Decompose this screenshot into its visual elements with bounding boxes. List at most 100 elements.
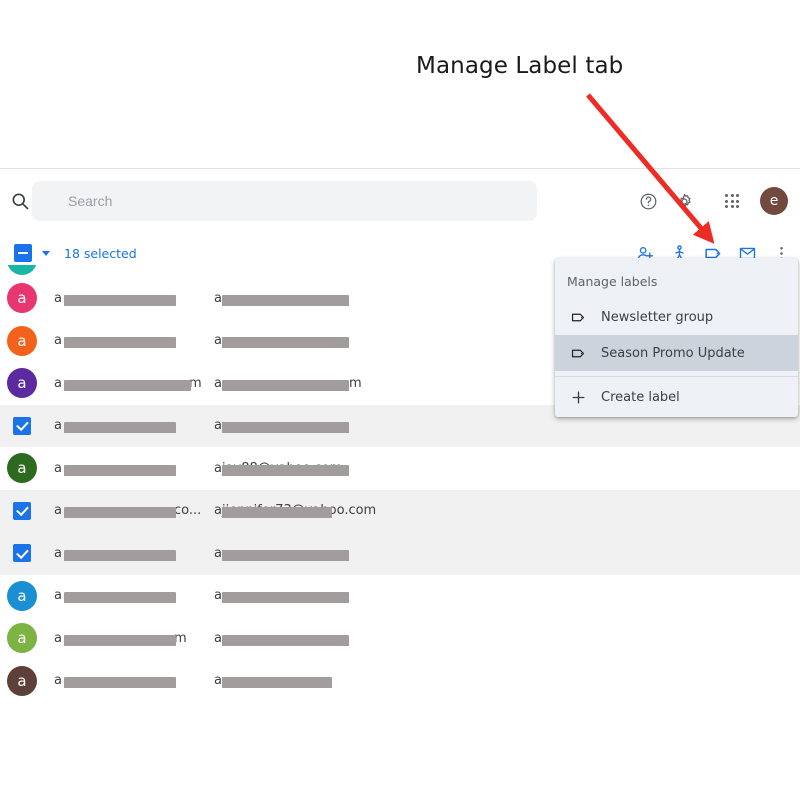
avatar[interactable]: a	[7, 580, 37, 611]
table-cell: am	[214, 376, 404, 391]
search-input[interactable]	[66, 192, 500, 210]
table-row[interactable]: aaa	[0, 574, 800, 617]
redaction-bar	[64, 422, 176, 434]
manage-labels-menu: Manage labels Newsletter group Season Pro…	[555, 258, 798, 417]
redaction-bar	[64, 549, 176, 561]
indeterminate-dash	[18, 252, 28, 254]
table-row[interactable]: aaa	[0, 659, 800, 701]
table-row[interactable]: a co... ajjennifer73@yahoo.com	[0, 489, 800, 532]
avatar[interactable]: a	[7, 368, 37, 399]
label-icon	[555, 345, 601, 362]
search-box[interactable]	[32, 181, 537, 221]
redaction-bar	[222, 464, 349, 476]
redaction-bar	[222, 337, 349, 349]
cell-text: a	[214, 375, 222, 391]
table-row[interactable]: aa	[0, 532, 800, 575]
table-cell: a	[214, 673, 404, 689]
menu-title: Manage labels	[567, 274, 658, 289]
redaction-bar	[222, 294, 349, 306]
menu-items: Newsletter group Season Promo Update	[555, 299, 798, 371]
apps-grid-dots	[725, 194, 739, 208]
redaction-bar	[222, 549, 349, 561]
avatar[interactable]: a	[7, 325, 37, 356]
row-checkbox[interactable]	[13, 501, 31, 520]
table-cell: a	[214, 418, 404, 434]
table-cell: a	[54, 418, 202, 434]
redaction-bar	[64, 337, 176, 349]
redaction-bar	[222, 422, 349, 434]
table-cell: a	[214, 291, 404, 306]
row-lead: a	[0, 453, 44, 484]
avatar[interactable]: a	[7, 265, 37, 275]
redaction-bar	[222, 592, 349, 604]
cell-text-suffix: m	[348, 375, 362, 391]
row-lead: a	[0, 283, 44, 314]
help-circle-icon[interactable]	[630, 183, 666, 219]
row-lead: a	[0, 368, 44, 399]
cell-text: a	[54, 333, 62, 349]
cell-text: a	[54, 673, 62, 689]
row-lead: a	[0, 580, 44, 611]
table-cell: ajjennifer73@yahoo.com	[214, 503, 404, 519]
table-cell: a	[54, 673, 202, 689]
chevron-down-icon[interactable]	[42, 250, 50, 256]
menu-item-label: Season Promo Update	[601, 345, 745, 361]
avatar[interactable]: a	[7, 453, 37, 484]
cell-text: a	[54, 290, 62, 306]
redaction-bar	[222, 379, 349, 391]
redaction-bar	[222, 507, 332, 519]
create-label-item[interactable]: Create label	[555, 377, 798, 417]
cell-text: a	[54, 545, 62, 561]
cell-text: a	[214, 290, 222, 306]
table-cell: am	[54, 376, 202, 391]
row-lead: a	[0, 623, 44, 654]
row-lead	[0, 544, 44, 563]
redaction-bar	[64, 677, 176, 689]
table-cell: a	[54, 333, 202, 349]
redaction-bar	[64, 507, 176, 519]
menu-item[interactable]: Newsletter group	[555, 299, 798, 335]
redaction-bar	[64, 464, 176, 476]
table-cell: a	[54, 291, 202, 306]
menu-item-label: Newsletter group	[601, 309, 714, 325]
cell-text: a	[54, 503, 62, 519]
app-header: e	[0, 169, 800, 233]
select-all-checkbox[interactable]	[14, 244, 32, 262]
table-cell: am	[54, 631, 202, 646]
menu-item[interactable]: Season Promo Update	[555, 335, 798, 371]
selected-count-label: 18 selected	[64, 245, 137, 261]
cell-text: a	[214, 630, 222, 646]
cell-text: a	[214, 673, 222, 689]
table-cell: a	[214, 333, 404, 349]
row-checkbox[interactable]	[13, 544, 31, 563]
table-row[interactable]: aama	[0, 617, 800, 660]
apps-grid-icon[interactable]	[714, 183, 750, 219]
cell-text: a	[214, 418, 222, 434]
cell-text: a	[54, 588, 62, 604]
row-checkbox[interactable]	[13, 416, 31, 435]
avatar[interactable]: e	[760, 187, 788, 215]
table-cell: a	[54, 546, 202, 561]
gear-icon[interactable]	[666, 183, 702, 219]
table-cell: a	[54, 588, 202, 604]
cell-text: a	[54, 630, 62, 646]
cell-text: a	[54, 418, 62, 434]
redaction-bar	[222, 677, 332, 689]
table-row[interactable]: a a ajay88@yahoo.com	[0, 447, 800, 490]
cell-text: a	[214, 333, 222, 349]
redaction-bar	[64, 294, 176, 306]
row-lead: a	[0, 665, 44, 696]
avatar[interactable]: a	[7, 623, 37, 654]
table-cell: a	[214, 546, 404, 561]
cell-text-suffix: co...	[173, 503, 202, 519]
label-icon	[555, 309, 601, 326]
avatar[interactable]: a	[7, 283, 37, 314]
redaction-bar	[222, 634, 349, 646]
row-lead	[0, 416, 44, 435]
cell-text: a	[54, 460, 62, 476]
redaction-bar	[64, 379, 191, 391]
cell-text: a	[214, 588, 222, 604]
avatar[interactable]: a	[7, 665, 37, 696]
row-lead	[0, 501, 44, 520]
table-cell: a	[214, 588, 404, 604]
